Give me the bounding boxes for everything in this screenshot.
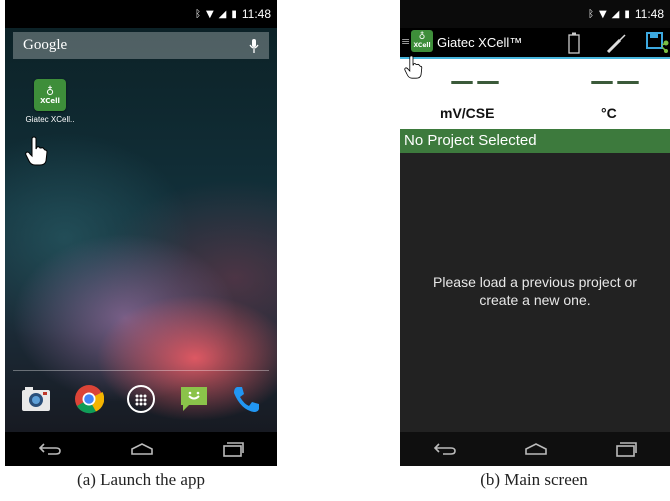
battery-icon: ▮ (231, 8, 237, 20)
probe-icon[interactable] (605, 32, 627, 54)
navigation-bar (5, 432, 277, 466)
app-icon-text: XCell (40, 96, 60, 105)
wifi-icon: ▼ (598, 8, 607, 20)
project-status-bar: No Project Selected (400, 129, 670, 153)
xcell-logo-icon: ♁ (45, 84, 55, 98)
recents-icon[interactable] (615, 441, 637, 457)
chrome-app-icon[interactable] (73, 383, 105, 415)
xcell-app-icon[interactable]: ♁ XCell (411, 30, 433, 52)
status-bar: ᛒ ▼ ◢ ▮ 11:48 (5, 0, 277, 28)
dock-divider (13, 370, 269, 371)
home-icon[interactable] (523, 442, 549, 456)
save-share-icon[interactable] (646, 31, 670, 53)
battery-status-icon[interactable] (568, 32, 580, 54)
home-screen-phone: ᛒ ▼ ◢ ▮ 11:48 Google ♁ XCell Giatec XCel… (5, 0, 277, 466)
phone-app-icon[interactable] (230, 383, 262, 415)
potential-unit: mV/CSE (440, 105, 495, 121)
xcell-logo-icon: ♁ (418, 32, 426, 42)
app-icon-text: XCell (413, 42, 431, 49)
caption-launch: (a) Launch the app (77, 470, 205, 489)
search-label: Google (23, 37, 68, 53)
caption-main: (b) Main screen (480, 470, 588, 489)
home-icon[interactable] (129, 442, 155, 456)
status-bar: ᛒ ▼ ◢ ▮ 11:48 (400, 0, 670, 28)
navigation-bar (400, 432, 670, 466)
back-icon[interactable] (433, 442, 457, 456)
app-main-phone: ᛒ ▼ ◢ ▮ 11:48 ≡ ♁ XCell Giatec XCell™ ——… (400, 0, 670, 466)
google-search-bar[interactable]: Google (13, 32, 269, 59)
app-drawer-icon[interactable] (125, 383, 157, 415)
pointing-hand-icon (25, 136, 48, 166)
wifi-icon: ▼ (205, 8, 214, 20)
microphone-icon[interactable] (249, 38, 259, 54)
app-title: Giatec XCell™ (437, 35, 523, 50)
potential-value: —— (450, 67, 502, 95)
main-content: Please load a previous project or create… (400, 153, 670, 432)
drawer-menu-icon[interactable]: ≡ (401, 35, 410, 48)
dock (20, 383, 262, 415)
pointing-hand-icon (404, 55, 423, 79)
bluetooth-icon: ᛒ (587, 8, 594, 20)
battery-icon: ▮ (624, 8, 630, 20)
message-line-1: Please load a previous project or (433, 274, 637, 290)
status-time: 11:48 (634, 7, 664, 21)
back-icon[interactable] (38, 442, 62, 456)
empty-state-message: Please load a previous project or create… (400, 273, 670, 309)
xcell-app-icon[interactable]: ♁ XCell (34, 79, 66, 111)
signal-icon: ◢ (611, 8, 620, 20)
signal-icon: ◢ (218, 8, 227, 20)
messaging-app-icon[interactable] (178, 383, 210, 415)
status-time: 11:48 (241, 7, 271, 21)
message-line-2: create a new one. (479, 292, 591, 308)
app-toolbar: ≡ ♁ XCell Giatec XCell™ (400, 28, 670, 58)
recents-icon[interactable] (222, 441, 244, 457)
camera-app-icon[interactable] (20, 383, 52, 415)
app-label: Giatec XCell.. (25, 115, 75, 124)
readings-panel: —— mV/CSE —— °C (400, 59, 670, 129)
temperature-value: —— (590, 67, 642, 95)
bluetooth-icon: ᛒ (194, 8, 201, 20)
temperature-unit: °C (601, 105, 617, 121)
